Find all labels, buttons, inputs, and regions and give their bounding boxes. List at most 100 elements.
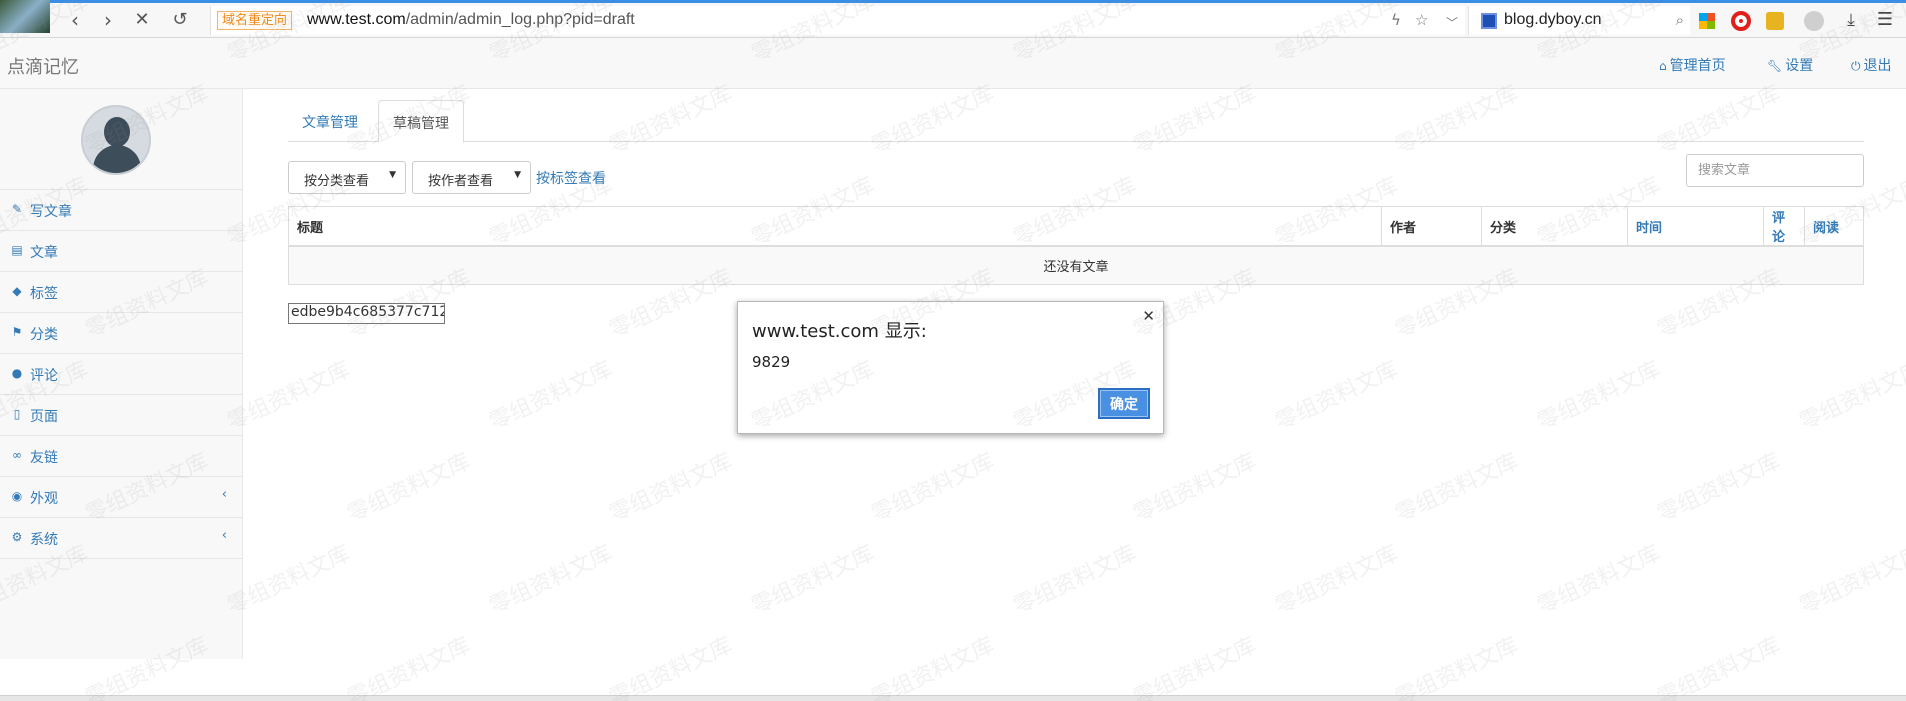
stop-icon[interactable]: ✕ <box>130 9 154 33</box>
token-field[interactable]: edbe9b4c685377c7125 <box>288 303 445 324</box>
chevron-left-icon: ‹ <box>221 528 227 543</box>
sidebar-item-label: 分类 <box>30 327 58 343</box>
address-bar[interactable]: 域名重定向 www.test.com/admin/admin_log.php?p… <box>210 6 1465 35</box>
windows-extension-icon[interactable] <box>1699 13 1715 29</box>
back-icon[interactable]: ‹ <box>63 9 87 33</box>
col-reads[interactable]: 阅读 <box>1804 206 1864 247</box>
flag-icon: ⚑ <box>11 325 23 339</box>
power-icon: ⏻ <box>1851 59 1861 73</box>
edit-icon: ✎ <box>11 202 23 216</box>
alert-dialog: ✕ www.test.com 显示: 9829 确定 <box>737 301 1164 434</box>
dialog-title: www.test.com 显示: <box>752 321 927 342</box>
eye-icon: ◉ <box>11 489 23 503</box>
search-icon[interactable]: ⌕ <box>1676 11 1684 29</box>
link-icon: ∞ <box>12 448 22 462</box>
settings-label: 设置 <box>1785 58 1814 74</box>
close-icon[interactable]: ✕ <box>1142 307 1155 325</box>
animal-extension-icon[interactable] <box>1766 12 1784 30</box>
home-icon: ⌂ <box>1659 59 1667 73</box>
author-filter-select[interactable]: 按作者查看 ▼ <box>412 161 531 194</box>
sidebar-item-label: 外观 <box>30 491 58 507</box>
opera-extension-icon[interactable] <box>1731 11 1751 31</box>
watermark-text: 零组资料文库 <box>867 449 999 528</box>
col-time[interactable]: 时间 <box>1627 206 1764 247</box>
logout-label: 退出 <box>1863 58 1892 74</box>
sidebar-item-label: 文章 <box>30 245 58 261</box>
url-path: /admin/admin_log.php?pid=draft <box>405 11 635 28</box>
lightning-icon[interactable]: ϟ <box>1391 11 1401 29</box>
tab-drafts[interactable]: 草稿管理 <box>378 100 464 143</box>
sidebar-item-tags[interactable]: ◆ 标签 <box>0 272 242 313</box>
download-icon[interactable]: ⤓ <box>1841 11 1861 31</box>
watermark-text: 零组资料文库 <box>1533 541 1665 620</box>
reload-icon[interactable]: ↺ <box>168 9 192 33</box>
sidebar-item-pages[interactable]: ▯ 页面 <box>0 395 242 436</box>
url-host: www.test.com <box>307 11 406 28</box>
caret-down-icon: ▼ <box>389 170 396 180</box>
comments-icon: ● <box>11 366 23 380</box>
chevron-left-icon: ‹ <box>221 487 227 502</box>
article-tabs: 文章管理 草稿管理 <box>288 100 1864 143</box>
watermark-text: 零组资料文库 <box>1653 449 1785 528</box>
browser-profile-icon[interactable] <box>0 0 50 33</box>
menu-icon[interactable]: ☰ <box>1875 11 1895 31</box>
star-icon[interactable]: ☆ <box>1415 11 1428 29</box>
watermark-text: 零组资料文库 <box>1129 449 1261 528</box>
sidebar-item-label: 评论 <box>30 368 58 384</box>
col-comments[interactable]: 评论 <box>1763 206 1805 247</box>
chevron-down-icon[interactable]: ﹀ <box>1446 14 1458 31</box>
browser-search-box[interactable]: blog.dyboy.cn ⌕ <box>1468 6 1690 35</box>
sidebar-item-label: 写文章 <box>30 204 72 220</box>
col-title: 标题 <box>288 206 1382 247</box>
list-icon: ▤ <box>11 243 23 257</box>
dialog-message: 9829 <box>752 353 791 371</box>
category-filter-value: 按分类查看 <box>304 174 370 189</box>
watermark-text: 零组资料文库 <box>485 541 617 620</box>
ok-button[interactable]: 确定 <box>1098 388 1150 419</box>
article-table: 标题 作者 分类 时间 评论 阅读 还没有文章 <box>288 206 1864 285</box>
sidebar-item-appearance[interactable]: ◉ 外观 ‹ <box>0 477 242 518</box>
logout-link[interactable]: ⏻ 退出 <box>1851 55 1892 75</box>
watermark-text: 零组资料文库 <box>1795 541 1906 620</box>
tags-icon: ◆ <box>12 284 22 298</box>
sidebar-menu: ✎ 写文章 ▤ 文章 ◆ 标签 ⚑ 分类 ● 评论 ▯ 页面 ∞ 友链 ◉ 外观 ‹ ⚙ 系统 ‹ <box>0 189 242 559</box>
table-header-row: 标题 作者 分类 时间 评论 阅读 <box>288 206 1864 247</box>
forward-icon[interactable]: › <box>96 9 120 33</box>
sidebar-item-comments[interactable]: ● 评论 <box>0 354 242 395</box>
sidebar-item-label: 系统 <box>30 532 58 548</box>
admin-home-label: 管理首页 <box>1669 58 1726 74</box>
sidebar-item-links[interactable]: ∞ 友链 <box>0 436 242 477</box>
watermark-text: 零组资料文库 <box>1271 541 1403 620</box>
gear-icon: ⚙ <box>11 530 23 544</box>
wrench-icon: 🔧︎ <box>1767 59 1783 73</box>
sidebar-item-system[interactable]: ⚙ 系统 ‹ <box>0 518 242 559</box>
watermark-text: 零组资料文库 <box>1009 541 1141 620</box>
sidebar-item-articles[interactable]: ▤ 文章 <box>0 231 242 272</box>
table-row: 还没有文章 <box>288 245 1864 285</box>
sidebar-item-label: 标签 <box>30 286 58 302</box>
tab-articles[interactable]: 文章管理 <box>288 100 372 142</box>
search-input[interactable] <box>1686 154 1864 187</box>
avatar <box>81 105 151 175</box>
sidebar-item-label: 友链 <box>30 450 58 466</box>
watermark-text: 零组资料文库 <box>605 633 737 701</box>
category-filter-select[interactable]: 按分类查看 ▼ <box>288 161 406 194</box>
tag-filter-link[interactable]: 按标签查看 <box>536 168 606 188</box>
caret-down-icon: ▼ <box>514 170 521 180</box>
sidebar-item-categories[interactable]: ⚑ 分类 <box>0 313 242 354</box>
col-category: 分类 <box>1481 206 1628 247</box>
bottom-strip <box>0 695 1906 701</box>
settings-link[interactable]: 🔧︎ 设置 <box>1767 55 1813 75</box>
site-brand[interactable]: 点滴记忆 <box>7 53 79 79</box>
watermark-text: 零组资料文库 <box>1795 357 1906 436</box>
watermark-text: 零组资料文库 <box>343 449 475 528</box>
browser-toolbar: ‹ › ✕ ↺ 域名重定向 www.test.com/admin/admin_l… <box>0 0 1906 38</box>
site-favicon-icon <box>1481 13 1497 29</box>
sidebar-item-write[interactable]: ✎ 写文章 <box>0 190 242 231</box>
watermark-text: 零组资料文库 <box>1391 449 1523 528</box>
url-text[interactable]: www.test.com/admin/admin_log.php?pid=dra… <box>307 11 635 29</box>
watermark-text: 零组资料文库 <box>485 357 617 436</box>
file-icon: ▯ <box>13 407 21 421</box>
gray-extension-icon[interactable] <box>1804 11 1824 31</box>
admin-home-link[interactable]: ⌂ 管理首页 <box>1659 55 1726 75</box>
